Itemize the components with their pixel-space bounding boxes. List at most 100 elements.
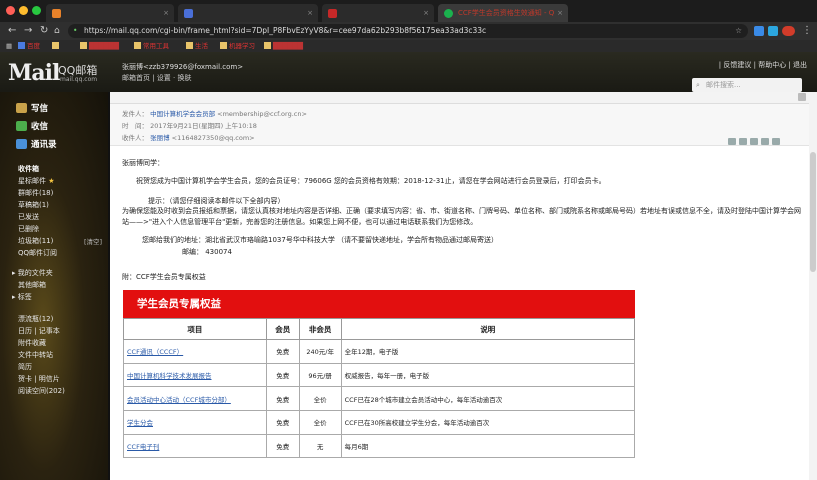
browser-menu-icon[interactable]: ⋮: [802, 24, 812, 38]
tab-close-icon[interactable]: ×: [163, 4, 169, 22]
bookmark-item[interactable]: 百度: [18, 41, 40, 51]
item-link[interactable]: 会员活动中心活动（CCF城市分部）: [127, 396, 231, 404]
sidebar-item-attachments[interactable]: 附件收藏: [18, 338, 46, 348]
time-row: 时 间： 2017年9月21日(星期四) 上午10:18: [122, 122, 257, 130]
sidebar-item-resume[interactable]: 简历: [18, 362, 32, 372]
mailing-address: 您邮给我们的地址：湖北省武汉市珞喻路1037号华中科技大学 （请不要留快递地址，…: [142, 236, 499, 244]
sidebar-item-calendar[interactable]: 日历 | 记事本: [18, 326, 60, 336]
account-links[interactable]: 邮箱首页 | 设置 · 换肤: [122, 73, 191, 83]
mail-read-pane: 发件人： 中国计算机学会会员部 <membership@ccf.org.cn> …: [110, 92, 817, 480]
member-cell: 免费: [265, 410, 300, 435]
sidebar-item-starred[interactable]: 星标邮件 ★: [18, 176, 55, 186]
contacts-button[interactable]: 通讯录: [16, 138, 57, 150]
account-name[interactable]: 张丽博<zzb379926@foxmail.com>: [122, 62, 243, 72]
url-input[interactable]: • https://mail.qq.com/cgi-bin/frame_html…: [68, 24, 748, 38]
mail-header: Mail QQ邮箱 mail.qq.com 张丽博<zzb379926@foxm…: [0, 52, 817, 92]
apps-icon[interactable]: ▦: [6, 41, 12, 51]
envelope-icon[interactable]: [728, 138, 736, 145]
table-row: CCF电子刊 免费 无 每月6期: [123, 433, 636, 459]
tab-close-icon[interactable]: ×: [307, 4, 313, 22]
tab-close-icon[interactable]: ×: [423, 4, 429, 22]
qqmail-logo[interactable]: Mail: [8, 60, 60, 86]
extension-icon[interactable]: [754, 26, 764, 36]
browser-tab-2[interactable]: ×: [178, 4, 318, 22]
sidebar-item-spam[interactable]: 垃圾箱(11) [清空]: [18, 236, 102, 246]
column-header: 项目: [123, 318, 267, 340]
top-links[interactable]: | 反馈建议 | 帮助中心 | 退出: [719, 60, 807, 70]
table-row: CCF通讯（CCCF） 免费 240元/年 全年12期，电子版: [123, 339, 636, 364]
column-header: 非会员: [298, 318, 342, 340]
delete-icon[interactable]: [761, 138, 769, 145]
sidebar-item-tags[interactable]: ▸ 标签: [12, 292, 32, 302]
sidebar-item-groups[interactable]: 群邮件(18): [18, 188, 53, 198]
table-row: 会员活动中心活动（CCF城市分部） 免费 全价 CCF已在28个城市建立会员活动…: [123, 386, 636, 412]
sidebar-item-inbox[interactable]: 收件箱: [18, 164, 39, 174]
mail-search-input[interactable]: ⌕ 邮件搜索...: [692, 78, 802, 92]
browser-tab-3[interactable]: ×: [322, 4, 434, 22]
nonmember-cell: 240元/年: [298, 339, 342, 364]
print-icon[interactable]: [739, 138, 747, 145]
brand-url: mail.qq.com: [60, 76, 98, 83]
star-icon: ★: [48, 177, 55, 185]
bookmark-item[interactable]: 生活: [186, 41, 208, 51]
scrollbar[interactable]: [809, 92, 817, 480]
tab-close-icon[interactable]: ×: [557, 4, 563, 22]
member-cell: 免费: [265, 386, 300, 412]
empty-spam-link[interactable]: [清空]: [84, 236, 102, 246]
bookmark-item[interactable]: [52, 41, 61, 51]
note-cell: 每月6期: [340, 433, 636, 459]
sidebar-item-deleted[interactable]: 已删除: [18, 224, 39, 234]
bookmark-item[interactable]: ██████: [264, 41, 303, 51]
item-link[interactable]: CCF电子刊: [127, 443, 159, 451]
attachment-title: 附：CCF学生会员专属权益: [122, 273, 206, 281]
item-link[interactable]: 中国计算机科学技术发展报告: [127, 372, 212, 380]
sidebar-item-drift-bottle[interactable]: 漂流瓶(12): [18, 314, 53, 324]
extension-icon[interactable]: [768, 26, 778, 36]
note-cell: 权威报告，每年一册，电子版: [340, 362, 636, 388]
greeting: 张丽博同学：: [122, 159, 164, 167]
sidebar-item-file-transfer[interactable]: 文件中转站: [18, 350, 53, 360]
nonmember-cell: 96元/册: [298, 362, 342, 388]
bookmark-item[interactable]: ██████: [80, 41, 119, 51]
star-icon[interactable]: [750, 138, 758, 145]
sidebar-item-reading[interactable]: 阅读空间(202): [18, 386, 65, 396]
compose-button[interactable]: 写信: [16, 102, 48, 114]
minimize-window-button[interactable]: [19, 6, 28, 15]
note-cell: CCF已在28个城市建立会员活动中心，每年活动逾百次: [340, 386, 636, 412]
sidebar-item-drafts[interactable]: 草稿箱(1): [18, 200, 49, 210]
lock-icon: •: [73, 26, 78, 35]
item-link[interactable]: CCF通讯（CCCF）: [127, 348, 183, 356]
back-arrow-icon[interactable]: ←: [8, 24, 16, 38]
mail-toolbar: [110, 92, 817, 104]
close-window-button[interactable]: [6, 6, 15, 15]
sidebar-item-sent[interactable]: 已发送: [18, 212, 39, 222]
member-cell: 免费: [265, 339, 300, 364]
tab-favicon-icon: [328, 9, 337, 18]
bookmark-item[interactable]: 常用工具: [134, 41, 169, 51]
maximize-window-button[interactable]: [32, 6, 41, 15]
star-icon[interactable]: ☆: [735, 24, 742, 38]
more-icon[interactable]: [772, 138, 780, 145]
bookmark-item[interactable]: 机器学习: [220, 41, 255, 51]
forward-arrow-icon[interactable]: →: [24, 24, 32, 38]
inbox-icon: [16, 121, 27, 131]
item-link[interactable]: 学生分会: [127, 419, 153, 427]
close-mail-icon[interactable]: [798, 93, 806, 101]
sidebar-item-other-mailboxes[interactable]: 其他邮箱: [18, 280, 46, 290]
note-cell: 全年12期，电子版: [340, 339, 636, 364]
extension-icon[interactable]: [782, 26, 795, 36]
sender-name[interactable]: 中国计算机学会会员部: [150, 110, 215, 118]
table-row: 中国计算机科学技术发展报告 免费 96元/册 权威报告，每年一册，电子版: [123, 362, 636, 388]
home-icon[interactable]: ⌂: [54, 24, 60, 38]
browser-tab-active[interactable]: CCF学生会员资格生效通知 - Q ×: [438, 4, 568, 22]
sidebar-item-subscriptions[interactable]: QQ邮件订阅: [18, 248, 57, 258]
sidebar-item-my-folders[interactable]: ▸ 我的文件夹: [12, 268, 53, 278]
rights-table: 项目 会员 非会员 说明 CCF通讯（CCCF） 免费 240元/年 全年12期…: [123, 318, 636, 459]
pen-icon: [16, 103, 27, 113]
browser-tab-1[interactable]: ×: [46, 4, 174, 22]
sidebar-item-cards[interactable]: 贺卡 | 明信片: [18, 374, 60, 384]
recipient-name[interactable]: 张丽博: [150, 134, 170, 142]
inbox-button[interactable]: 收信: [16, 120, 48, 132]
reload-icon[interactable]: ↻: [40, 24, 48, 38]
scrollbar-thumb[interactable]: [810, 152, 816, 272]
